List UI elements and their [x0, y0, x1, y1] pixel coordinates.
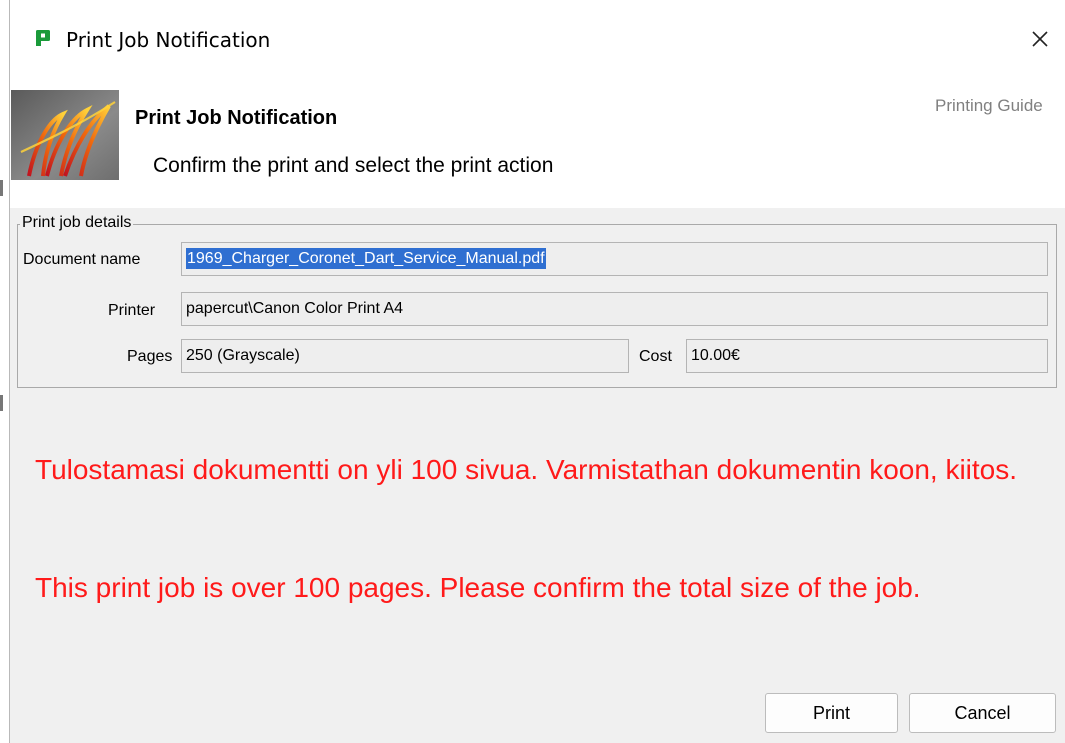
printer-label: Printer [108, 302, 156, 319]
document-name-value: 1969_Charger_Coronet_Dart_Service_Manual… [186, 248, 546, 269]
header-title: Print Job Notification [135, 107, 338, 129]
cancel-button[interactable]: Cancel [909, 693, 1056, 733]
warning-message-finnish: Tulostamasi dokumentti on yli 100 sivua.… [35, 454, 1018, 485]
pages-field[interactable]: 250 (Grayscale) [181, 339, 629, 373]
printing-guide-link[interactable]: Printing Guide [935, 96, 1043, 116]
dialog-header: Print Job Notification Confirm the print… [10, 80, 1065, 208]
print-job-details-legend: Print job details [20, 214, 134, 232]
print-button[interactable]: Print [765, 693, 898, 733]
cost-label: Cost [639, 348, 672, 365]
close-icon[interactable] [1025, 24, 1055, 54]
background-tick [0, 180, 3, 196]
papercut-logo-icon [36, 30, 50, 46]
printer-field[interactable]: papercut\Canon Color Print A4 [181, 292, 1048, 326]
document-name-label: Document name [23, 251, 141, 268]
header-subtitle: Confirm the print and select the print a… [153, 154, 554, 177]
desktop-background-edge [0, 0, 9, 743]
document-name-field[interactable]: 1969_Charger_Coronet_Dart_Service_Manual… [181, 242, 1048, 276]
background-tick [0, 395, 3, 411]
papercut-logo [11, 90, 119, 180]
window-title: Print Job Notification [66, 28, 271, 52]
warning-message-english: This print job is over 100 pages. Please… [35, 572, 921, 603]
cost-field[interactable]: 10.00€ [686, 339, 1048, 373]
pages-label: Pages [127, 348, 173, 365]
print-job-dialog: Print Job Notification Print Job Notific… [9, 0, 1065, 743]
title-bar: Print Job Notification [10, 0, 1065, 80]
